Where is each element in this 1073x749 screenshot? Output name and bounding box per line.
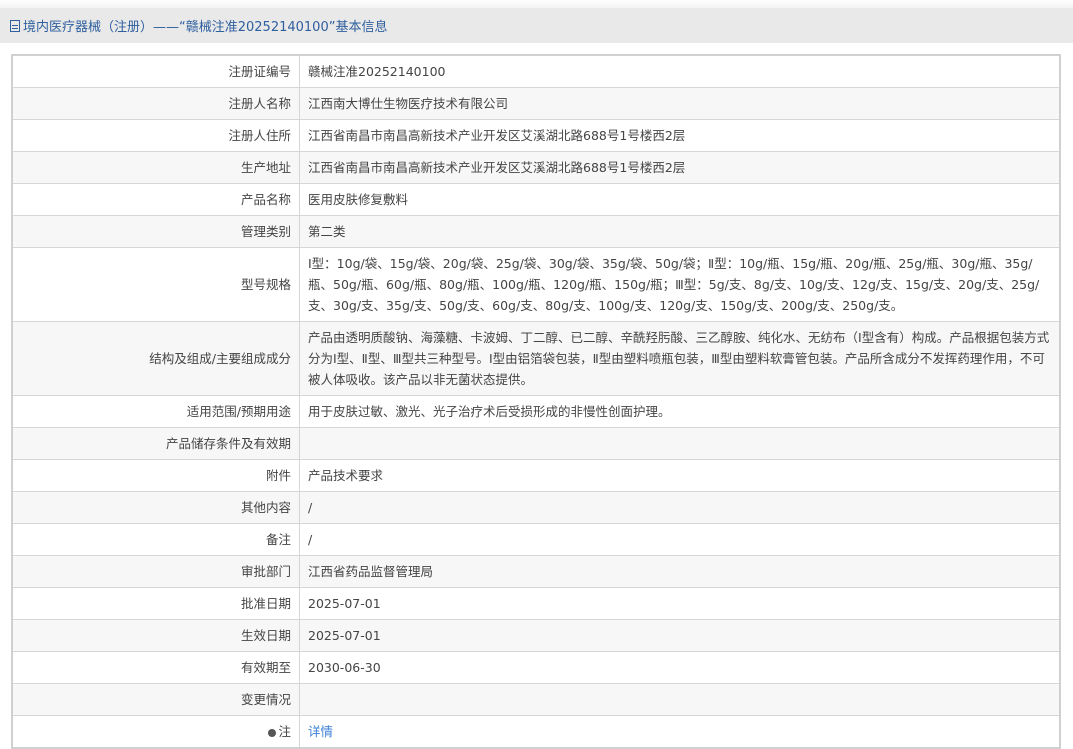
row-value-cell: 详情 xyxy=(299,715,1061,749)
row-label: 注 xyxy=(11,715,300,749)
row-label-text: 型号规格 xyxy=(240,277,291,292)
row-value: 江西南大博仕生物医疗技术有限公司 xyxy=(308,96,509,111)
row-label-text: 注 xyxy=(278,724,291,739)
table-row: 注册证编号 赣械注准20252140100 xyxy=(11,54,1061,88)
row-label: 注册人名称 xyxy=(11,87,300,120)
row-label-text: 管理类别 xyxy=(240,224,291,239)
row-label: 结构及组成/主要组成成分 xyxy=(11,321,300,396)
details-link[interactable]: 详情 xyxy=(308,724,333,739)
row-label: 适用范围/预期用途 xyxy=(11,395,300,428)
row-value-cell: 2030-06-30 xyxy=(299,651,1061,684)
row-value-cell: / xyxy=(299,523,1061,556)
row-value-cell: 产品技术要求 xyxy=(299,459,1061,492)
row-label-text: 备注 xyxy=(265,532,291,547)
row-label-text: 产品储存条件及有效期 xyxy=(165,436,291,451)
table-row: 生效日期 2025-07-01 xyxy=(11,619,1061,652)
row-value: 赣械注准20252140100 xyxy=(308,64,446,79)
table-row: 注册人名称 江西南大博仕生物医疗技术有限公司 xyxy=(11,87,1061,120)
row-label-text: 批准日期 xyxy=(240,596,291,611)
table-row: 批准日期 2025-07-01 xyxy=(11,587,1061,620)
row-label-text: 产品名称 xyxy=(240,192,291,207)
document-icon xyxy=(10,19,20,32)
row-label-text: 其他内容 xyxy=(240,500,291,515)
row-label: 其他内容 xyxy=(11,491,300,524)
row-value-cell xyxy=(299,427,1061,460)
row-label-text: 注册人名称 xyxy=(228,96,291,111)
table-row: 产品储存条件及有效期 xyxy=(11,427,1061,460)
row-label-text: 审批部门 xyxy=(240,564,291,579)
table-row: 注 详情 xyxy=(11,715,1061,749)
row-label: 管理类别 xyxy=(11,215,300,248)
row-value: 医用皮肤修复敷料 xyxy=(308,192,409,207)
row-value-cell: 产品由透明质酸钠、海藻糖、卡波姆、丁二醇、已二醇、辛酰羟肟酸、三乙醇胺、纯化水、… xyxy=(299,321,1061,396)
row-label-text: 生效日期 xyxy=(240,628,291,643)
row-value-cell: 2025-07-01 xyxy=(299,587,1061,620)
row-value: 江西省药品监督管理局 xyxy=(308,564,434,579)
row-label: 产品储存条件及有效期 xyxy=(11,427,300,460)
table-row: 管理类别 第二类 xyxy=(11,215,1061,248)
row-value-cell: 江西南大博仕生物医疗技术有限公司 xyxy=(299,87,1061,120)
row-value-cell: Ⅰ型：10g/袋、15g/袋、20g/袋、25g/袋、30g/袋、35g/袋、5… xyxy=(299,247,1061,322)
row-value-cell: 赣械注准20252140100 xyxy=(299,54,1061,88)
row-label: 注册证编号 xyxy=(11,54,300,88)
row-label: 生产地址 xyxy=(11,151,300,184)
row-label: 有效期至 xyxy=(11,651,300,684)
row-value: 2025-07-01 xyxy=(308,596,381,611)
row-label: 审批部门 xyxy=(11,555,300,588)
row-label: 生效日期 xyxy=(11,619,300,652)
row-label-text: 注册证编号 xyxy=(228,64,291,79)
row-value-cell xyxy=(299,683,1061,716)
row-label-text: 变更情况 xyxy=(240,692,291,707)
row-value: / xyxy=(308,532,313,547)
dot-icon xyxy=(268,728,277,737)
table-row: 产品名称 医用皮肤修复敷料 xyxy=(11,183,1061,216)
row-value: 用于皮肤过敏、激光、光子治疗术后受损形成的非慢性创面护理。 xyxy=(308,404,671,419)
row-value-cell: 2025-07-01 xyxy=(299,619,1061,652)
table-row: 其他内容 / xyxy=(11,491,1061,524)
row-value: / xyxy=(308,500,313,515)
row-label-text: 注册人住所 xyxy=(228,128,291,143)
table-row: 结构及组成/主要组成成分 产品由透明质酸钠、海藻糖、卡波姆、丁二醇、已二醇、辛酰羟… xyxy=(11,321,1061,396)
row-label: 变更情况 xyxy=(11,683,300,716)
table-row: 有效期至 2030-06-30 xyxy=(11,651,1061,684)
row-value-cell: 江西省南昌市南昌高新技术产业开发区艾溪湖北路688号1号楼西2层 xyxy=(299,151,1061,184)
info-table: 注册证编号 赣械注准20252140100 注册人名称 江西南大博仕生物医疗技术有限公… xyxy=(11,54,1061,749)
table-row: 变更情况 xyxy=(11,683,1061,716)
row-label-text: 生产地址 xyxy=(240,160,291,175)
row-value-cell: / xyxy=(299,491,1061,524)
row-value: 第二类 xyxy=(308,224,346,239)
table-row: 审批部门 江西省药品监督管理局 xyxy=(11,555,1061,588)
row-value-cell: 江西省南昌市南昌高新技术产业开发区艾溪湖北路688号1号楼西2层 xyxy=(299,119,1061,152)
row-value: 产品技术要求 xyxy=(308,468,384,483)
page-header: 境内医疗器械（注册）——“赣械注准20252140100”基本信息 xyxy=(0,8,1073,43)
row-label-text: 结构及组成/主要组成成分 xyxy=(149,351,291,366)
row-value: 2030-06-30 xyxy=(308,660,381,675)
table-row: 注册人住所 江西省南昌市南昌高新技术产业开发区艾溪湖北路688号1号楼西2层 xyxy=(11,119,1061,152)
row-value: 江西省南昌市南昌高新技术产业开发区艾溪湖北路688号1号楼西2层 xyxy=(308,128,686,143)
row-label: 型号规格 xyxy=(11,247,300,322)
row-label-text: 适用范围/预期用途 xyxy=(186,404,291,419)
table-row: 生产地址 江西省南昌市南昌高新技术产业开发区艾溪湖北路688号1号楼西2层 xyxy=(11,151,1061,184)
table-row: 型号规格 Ⅰ型：10g/袋、15g/袋、20g/袋、25g/袋、30g/袋、35g… xyxy=(11,247,1061,322)
row-label: 备注 xyxy=(11,523,300,556)
row-value-cell: 用于皮肤过敏、激光、光子治疗术后受损形成的非慢性创面护理。 xyxy=(299,395,1061,428)
row-label: 产品名称 xyxy=(11,183,300,216)
table-row: 备注 / xyxy=(11,523,1061,556)
row-value: 2025-07-01 xyxy=(308,628,381,643)
table-row: 附件 产品技术要求 xyxy=(11,459,1061,492)
top-shade xyxy=(0,0,1073,8)
row-label: 注册人住所 xyxy=(11,119,300,152)
page-title: 境内医疗器械（注册）——“赣械注准20252140100”基本信息 xyxy=(23,20,388,35)
row-value: 江西省南昌市南昌高新技术产业开发区艾溪湖北路688号1号楼西2层 xyxy=(308,160,686,175)
row-value-cell: 江西省药品监督管理局 xyxy=(299,555,1061,588)
row-value: Ⅰ型：10g/袋、15g/袋、20g/袋、25g/袋、30g/袋、35g/袋、5… xyxy=(308,256,1040,313)
row-label-text: 附件 xyxy=(265,468,291,483)
row-value: 产品由透明质酸钠、海藻糖、卡波姆、丁二醇、已二醇、辛酰羟肟酸、三乙醇胺、纯化水、… xyxy=(308,330,1050,387)
row-value-cell: 第二类 xyxy=(299,215,1061,248)
row-label-text: 有效期至 xyxy=(240,660,291,675)
row-label: 附件 xyxy=(11,459,300,492)
row-value-cell: 医用皮肤修复敷料 xyxy=(299,183,1061,216)
table-row: 适用范围/预期用途 用于皮肤过敏、激光、光子治疗术后受损形成的非慢性创面护理。 xyxy=(11,395,1061,428)
row-label: 批准日期 xyxy=(11,587,300,620)
